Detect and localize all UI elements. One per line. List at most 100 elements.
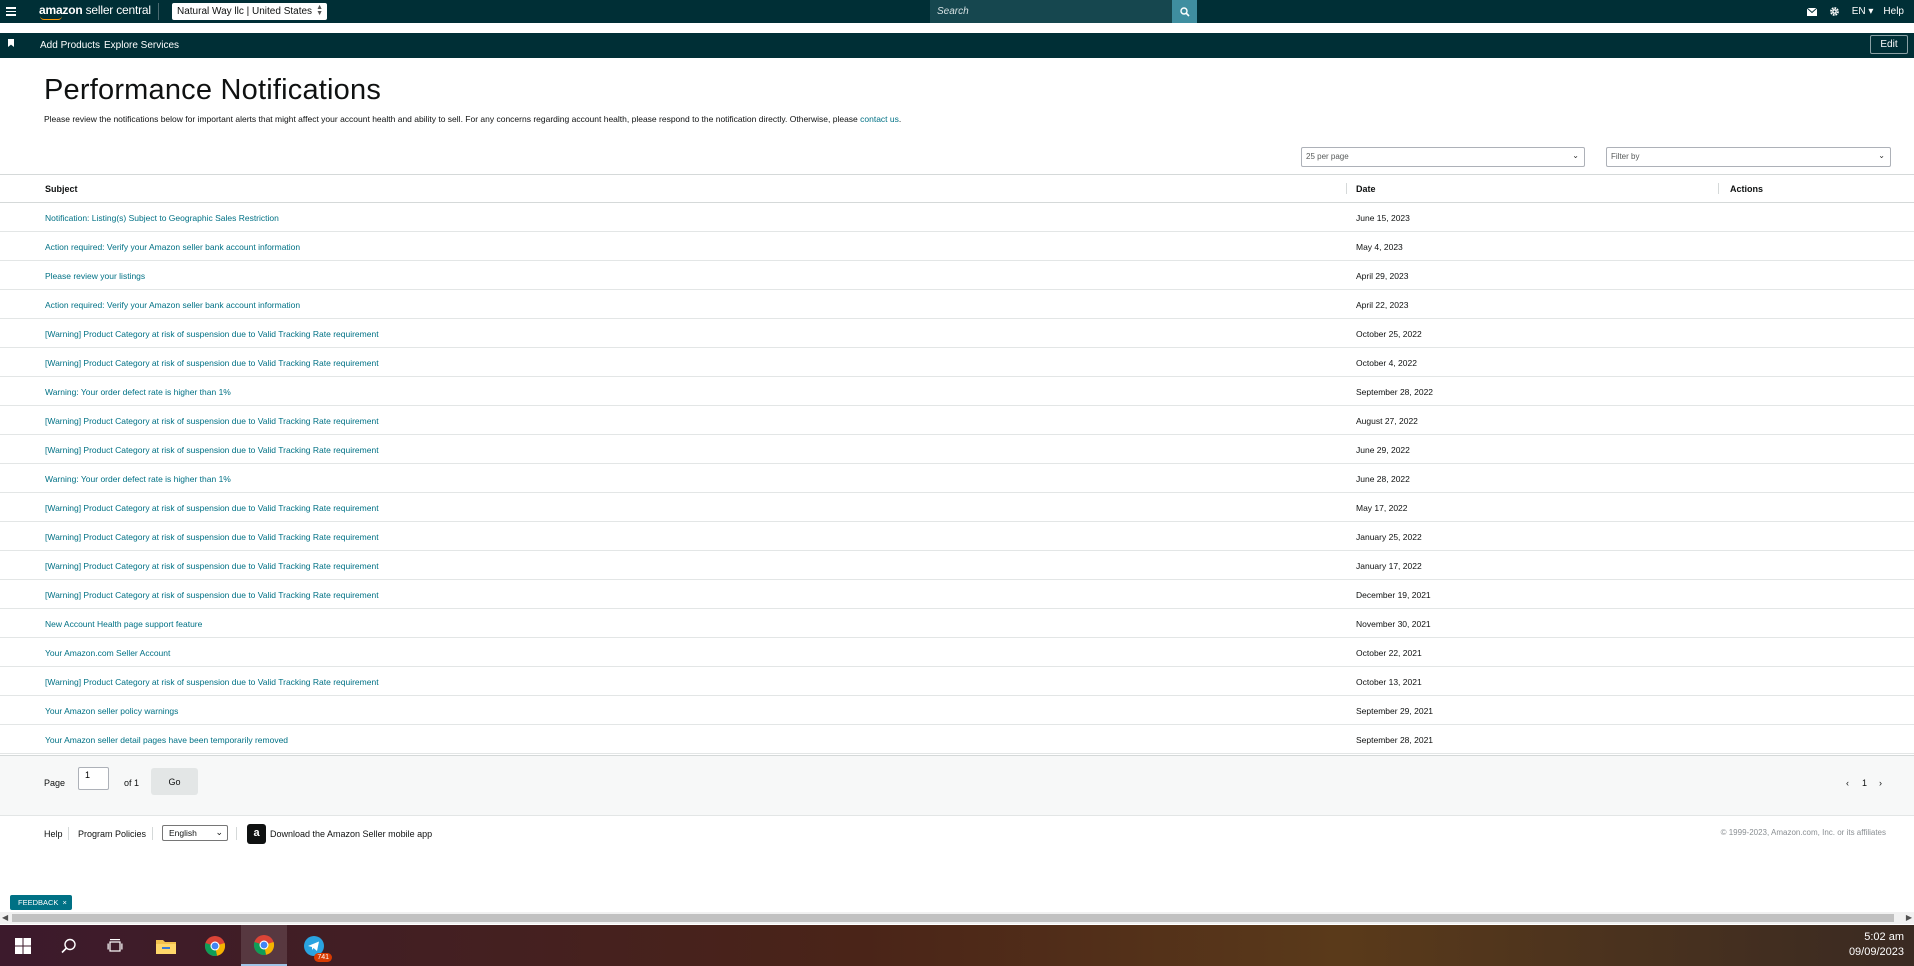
task-view-button[interactable] bbox=[92, 925, 138, 966]
notification-subject-link[interactable]: [Warning] Product Category at risk of su… bbox=[45, 532, 379, 542]
notification-subject-link[interactable]: [Warning] Product Category at risk of su… bbox=[45, 358, 379, 368]
table-row: [Warning] Product Category at risk of su… bbox=[0, 348, 1914, 377]
notification-subject-link[interactable]: Your Amazon seller detail pages have bee… bbox=[45, 735, 288, 745]
system-clock[interactable]: 5:02 am 09/09/2023 bbox=[1849, 930, 1904, 960]
chevron-left-icon[interactable]: ‹ bbox=[1846, 778, 1849, 788]
shortcut-bar: Add Products Explore Services Edit bbox=[0, 33, 1914, 58]
file-explorer-button[interactable] bbox=[143, 925, 189, 966]
subject-column-header[interactable]: Subject bbox=[45, 184, 78, 194]
mail-icon[interactable] bbox=[1806, 7, 1817, 16]
notification-subject-link[interactable]: [Warning] Product Category at risk of su… bbox=[45, 416, 379, 426]
horizontal-scrollbar[interactable]: ◀ ▶ bbox=[0, 912, 1914, 924]
notification-date: April 29, 2023 bbox=[1356, 271, 1409, 281]
current-page-link[interactable]: 1 bbox=[1862, 778, 1867, 788]
edit-button[interactable]: Edit bbox=[1870, 35, 1908, 54]
start-button[interactable] bbox=[0, 925, 46, 966]
program-policies-link[interactable]: Program Policies bbox=[78, 829, 146, 839]
chrome-icon bbox=[253, 934, 275, 955]
table-row: Please review your listings April 29, 202… bbox=[0, 261, 1914, 290]
search-button[interactable] bbox=[1172, 0, 1197, 23]
notification-subject-link[interactable]: [Warning] Product Category at risk of su… bbox=[45, 677, 379, 687]
search-input[interactable]: Search bbox=[930, 0, 1172, 23]
table-row: [Warning] Product Category at risk of su… bbox=[0, 435, 1914, 464]
filter-placeholder: Filter by bbox=[1611, 152, 1640, 161]
gear-icon[interactable] bbox=[1829, 6, 1840, 17]
notification-subject-link[interactable]: Notification: Listing(s) Subject to Geog… bbox=[45, 213, 279, 223]
notification-subject-link[interactable]: Warning: Your order defect rate is highe… bbox=[45, 474, 231, 484]
help-link[interactable]: Help bbox=[1883, 6, 1904, 17]
bookmark-icon[interactable] bbox=[8, 39, 14, 47]
task-view-icon bbox=[107, 938, 123, 952]
language-selector[interactable]: EN ▾ bbox=[1852, 6, 1874, 17]
date-column-header[interactable]: Date bbox=[1356, 184, 1376, 194]
page-number-input[interactable] bbox=[78, 767, 109, 790]
chevron-down-icon: ⌄ bbox=[215, 827, 223, 837]
notification-subject-link[interactable]: Action required: Verify your Amazon sell… bbox=[45, 300, 300, 310]
divider bbox=[152, 827, 153, 840]
seller-central-logo[interactable]: amazon seller central bbox=[39, 3, 151, 17]
search-icon bbox=[61, 938, 76, 953]
feedback-button[interactable]: FEEDBACK × bbox=[10, 895, 72, 910]
page-description: Please review the notifications below fo… bbox=[44, 114, 901, 124]
notification-subject-link[interactable]: [Warning] Product Category at risk of su… bbox=[45, 503, 379, 513]
go-button[interactable]: Go bbox=[151, 768, 198, 795]
pagination-bar: Page of 1 Go ‹ 1 › bbox=[0, 755, 1914, 815]
table-row: [Warning] Product Category at risk of su… bbox=[0, 667, 1914, 696]
notification-subject-link[interactable]: Action required: Verify your Amazon sell… bbox=[45, 242, 300, 252]
notification-date: September 28, 2022 bbox=[1356, 387, 1434, 397]
table-row: Warning: Your order defect rate is highe… bbox=[0, 377, 1914, 406]
notification-subject-link[interactable]: New Account Health page support feature bbox=[45, 619, 202, 629]
scroll-left-icon[interactable]: ◀ bbox=[2, 913, 8, 922]
table-row: New Account Health page support feature N… bbox=[0, 609, 1914, 638]
actions-column-header: Actions bbox=[1730, 184, 1764, 194]
per-page-select[interactable]: 25 per page ⌄ bbox=[1301, 147, 1585, 167]
telegram-button[interactable]: 741 bbox=[291, 925, 337, 966]
chevron-down-icon: ⌄ bbox=[1572, 151, 1579, 160]
notification-subject-link[interactable]: [Warning] Product Category at risk of su… bbox=[45, 561, 379, 571]
footer-language-value: English bbox=[169, 828, 197, 838]
folder-icon bbox=[156, 939, 176, 954]
column-divider[interactable] bbox=[1718, 183, 1719, 194]
description-end: . bbox=[898, 114, 902, 124]
add-products-link[interactable]: Add Products bbox=[40, 40, 100, 51]
windows-icon bbox=[15, 937, 31, 954]
divider bbox=[236, 827, 237, 840]
table-row: [Warning] Product Category at risk of su… bbox=[0, 522, 1914, 551]
menu-icon[interactable] bbox=[6, 5, 16, 17]
scrollbar-thumb[interactable] bbox=[12, 914, 1894, 922]
notification-date: January 25, 2022 bbox=[1356, 532, 1422, 542]
chevron-down-icon: ⌄ bbox=[1878, 151, 1885, 160]
chevron-down-icon: ▾ bbox=[1868, 6, 1874, 17]
filter-select[interactable]: Filter by ⌄ bbox=[1606, 147, 1891, 167]
explore-services-link[interactable]: Explore Services bbox=[104, 40, 179, 51]
logo-suffix: seller central bbox=[85, 3, 151, 17]
divider bbox=[68, 827, 69, 840]
notification-subject-link[interactable]: [Warning] Product Category at risk of su… bbox=[45, 590, 379, 600]
table-row: [Warning] Product Category at risk of su… bbox=[0, 319, 1914, 348]
contact-us-link[interactable]: contact us bbox=[860, 114, 899, 124]
notification-subject-link[interactable]: Warning: Your order defect rate is highe… bbox=[45, 387, 231, 397]
taskbar-search-button[interactable] bbox=[46, 925, 92, 966]
table-row: Notification: Listing(s) Subject to Geog… bbox=[0, 203, 1914, 232]
seller-app-icon[interactable]: a bbox=[247, 824, 266, 844]
chrome-active-window-button[interactable] bbox=[241, 925, 287, 966]
chevron-right-icon[interactable]: › bbox=[1879, 778, 1882, 788]
notification-date: June 28, 2022 bbox=[1356, 474, 1410, 484]
notification-subject-link[interactable]: Please review your listings bbox=[45, 271, 145, 281]
footer-language-select[interactable]: English ⌄ bbox=[162, 825, 228, 841]
notification-date: December 19, 2021 bbox=[1356, 590, 1431, 600]
chrome-button[interactable] bbox=[192, 925, 238, 966]
notification-subject-link[interactable]: [Warning] Product Category at risk of su… bbox=[45, 329, 379, 339]
notification-subject-link[interactable]: Your Amazon.com Seller Account bbox=[45, 648, 170, 658]
table-row: Your Amazon seller policy warnings Septem… bbox=[0, 696, 1914, 725]
notification-date: May 4, 2023 bbox=[1356, 242, 1403, 252]
footer-help-link[interactable]: Help bbox=[44, 829, 63, 839]
download-app-link[interactable]: Download the Amazon Seller mobile app bbox=[270, 829, 432, 839]
notification-subject-link[interactable]: [Warning] Product Category at risk of su… bbox=[45, 445, 379, 455]
notification-date: June 15, 2023 bbox=[1356, 213, 1410, 223]
notification-subject-link[interactable]: Your Amazon seller policy warnings bbox=[45, 706, 178, 716]
column-divider[interactable] bbox=[1346, 183, 1347, 194]
store-selector[interactable]: Natural Way llc | United States ▲ ▼ bbox=[172, 3, 327, 20]
close-icon[interactable]: × bbox=[62, 898, 66, 907]
scroll-right-icon[interactable]: ▶ bbox=[1906, 913, 1912, 922]
